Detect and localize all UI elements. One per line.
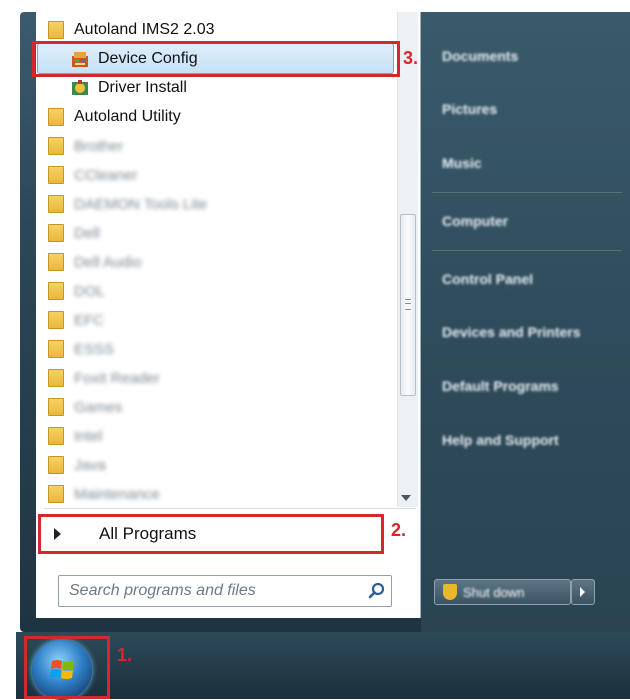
folder-item[interactable]: Maintenance <box>36 480 396 507</box>
folder-label: Brother <box>74 137 124 155</box>
folder-icon <box>48 253 64 271</box>
right-item-pictures[interactable]: Pictures <box>442 101 497 117</box>
program-list-scrollbar[interactable] <box>397 12 418 507</box>
folder-item[interactable]: ESSS <box>36 335 396 363</box>
search-placeholder: Search programs and files <box>69 582 256 599</box>
driver-install-icon <box>72 80 88 95</box>
program-driver-install[interactable]: Driver Install <box>36 74 396 102</box>
divider <box>432 192 622 193</box>
folder-icon <box>48 398 64 416</box>
folder-item[interactable]: Brother <box>36 132 396 160</box>
folder-label: Autoland Utility <box>74 108 181 125</box>
folder-item[interactable]: Foxit Reader <box>36 364 396 392</box>
shield-icon <box>443 584 457 600</box>
callout-number-2: 2. <box>391 520 407 540</box>
folder-label: ESSS <box>74 340 115 358</box>
folder-item[interactable]: EFC <box>36 306 396 334</box>
folder-item[interactable]: Dell <box>36 219 396 247</box>
folder-icon <box>48 195 64 213</box>
shutdown-button[interactable]: Shut down <box>434 579 571 605</box>
folder-icon <box>48 224 64 242</box>
folder-icon <box>48 21 64 39</box>
folder-label: Games <box>74 398 123 416</box>
folder-item[interactable]: Java <box>36 451 396 479</box>
folder-label: EFC <box>74 311 104 329</box>
callout-number-1: 1. <box>117 645 133 665</box>
right-item-documents[interactable]: Documents <box>442 48 518 64</box>
callout-box-device-config <box>32 41 400 77</box>
folder-icon <box>48 108 64 126</box>
folder-icon <box>48 427 64 445</box>
divider <box>432 250 622 251</box>
folder-icon <box>48 369 64 387</box>
folder-label: DAEMON Tools Lite <box>74 195 208 213</box>
callout-box-start <box>24 636 110 699</box>
folder-icon <box>48 340 64 358</box>
shutdown-options-button[interactable] <box>571 579 595 605</box>
shutdown-label: Shut down <box>463 584 525 600</box>
folder-autoland-utility[interactable]: Autoland Utility <box>36 103 396 131</box>
folder-icon <box>48 311 64 329</box>
folder-label: Foxit Reader <box>74 369 160 387</box>
callout-number-3: 3. <box>403 48 419 68</box>
right-item-computer[interactable]: Computer <box>442 213 508 229</box>
folder-label: Dell <box>74 224 100 242</box>
program-label: Driver Install <box>98 79 187 96</box>
scrollbar-thumb[interactable] <box>400 214 416 396</box>
program-list: Autoland IMS2 2.03 Device Config Driver … <box>36 12 396 507</box>
right-item-music[interactable]: Music <box>442 155 482 171</box>
right-item-devices-printers[interactable]: Devices and Printers <box>442 324 581 340</box>
folder-item[interactable]: DOL <box>36 277 396 305</box>
folder-icon <box>48 137 64 155</box>
folder-icon <box>48 456 64 474</box>
right-item-default-programs[interactable]: Default Programs <box>442 378 559 394</box>
folder-label: DOL <box>74 282 105 300</box>
folder-label: CCleaner <box>74 166 138 184</box>
search-input[interactable]: Search programs and files <box>58 575 392 607</box>
folder-label: Java <box>74 456 106 474</box>
folder-item[interactable]: Dell Audio <box>36 248 396 276</box>
folder-item[interactable]: DAEMON Tools Lite <box>36 190 396 218</box>
folder-icon <box>48 282 64 300</box>
right-item-help-support[interactable]: Help and Support <box>442 432 559 448</box>
callout-box-all-programs <box>38 514 384 554</box>
folder-icon <box>48 166 64 184</box>
folder-autoland-ims2[interactable]: Autoland IMS2 2.03 <box>36 16 396 44</box>
divider <box>44 508 416 509</box>
scroll-down-arrow-icon[interactable] <box>401 495 411 501</box>
folder-item[interactable]: Intel <box>36 422 396 450</box>
folder-label: Intel <box>74 427 103 445</box>
folder-icon <box>48 485 64 503</box>
folder-item[interactable]: CCleaner <box>36 161 396 189</box>
grip-icon <box>405 299 411 310</box>
folder-item[interactable]: Games <box>36 393 396 421</box>
folder-label: Autoland IMS2 2.03 <box>74 21 215 38</box>
search-icon[interactable] <box>363 577 391 605</box>
folder-label: Dell Audio <box>74 253 142 271</box>
right-item-control-panel[interactable]: Control Panel <box>442 271 533 287</box>
folder-label: Maintenance <box>74 485 160 503</box>
